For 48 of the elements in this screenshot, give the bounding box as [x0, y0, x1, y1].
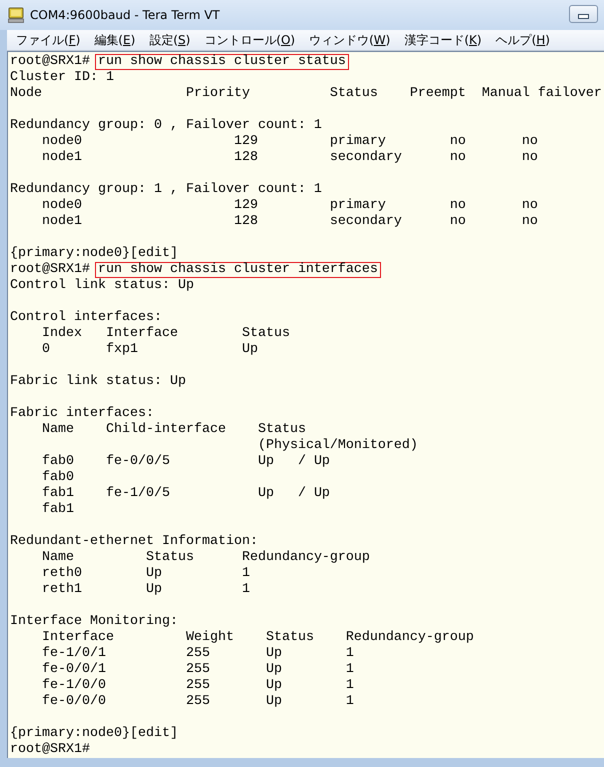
- output-line: Index Interface Status: [42, 326, 290, 341]
- output-line: reth1 Up 1: [42, 582, 250, 597]
- menu-item[interactable]: 編集(E): [87, 30, 142, 50]
- output-line: Node Priority Status Preempt Manual failover: [10, 86, 602, 101]
- output-line: fab1 fe-1/0/5 Up / Up: [42, 486, 330, 501]
- output-line: Redundancy group: 0 , Failover count: 1: [10, 118, 322, 133]
- output-line: Fabric interfaces:: [10, 406, 154, 421]
- output-line: fe-1/0/1 255 Up 1: [42, 646, 354, 661]
- highlighted-command: run show chassis cluster interfaces: [94, 262, 381, 278]
- output-line: Control link status: Up: [10, 278, 194, 293]
- output-line: node0 129 primary no no: [42, 134, 538, 149]
- prompt-text: root@SRX1#: [10, 262, 90, 277]
- monitor-icon: [8, 7, 24, 23]
- prompt-text: root@SRX1#: [10, 54, 90, 69]
- output-line: fab1: [42, 502, 74, 517]
- output-line: Fabric link status: Up: [10, 374, 186, 389]
- output-line: Control interfaces:: [10, 310, 162, 325]
- menu-item[interactable]: コントロール(O): [197, 30, 302, 50]
- output-line: fe-0/0/0 255 Up 1: [42, 694, 354, 709]
- output-line: Redundancy group: 1 , Failover count: 1: [10, 182, 322, 197]
- menu-item[interactable]: 漢字コード(K): [397, 30, 489, 50]
- output-line: node1 128 secondary no no: [42, 214, 538, 229]
- menu-item[interactable]: ヘルプ(H): [488, 30, 557, 50]
- output-line: {primary:node0}[edit]: [10, 246, 178, 261]
- output-line: fe-1/0/0 255 Up 1: [42, 678, 354, 693]
- output-line: fab0: [42, 470, 74, 485]
- output-line: Redundant-ethernet Information:: [10, 534, 258, 549]
- output-line: (Physical/Monitored): [258, 438, 418, 453]
- output-line: Name Status Redundancy-group: [42, 550, 370, 565]
- highlighted-command: run show chassis cluster status: [94, 54, 349, 70]
- window-title: COM4:9600baud - Tera Term VT: [30, 8, 220, 22]
- output-line: Interface Weight Status Redundancy-group: [42, 630, 474, 645]
- menu-item[interactable]: ファイル(F): [9, 30, 88, 50]
- output-line: Name Child-interface Status: [42, 422, 306, 437]
- menu-item[interactable]: ウィンドウ(W): [302, 30, 398, 50]
- output-line: reth0 Up 1: [42, 566, 250, 581]
- output-line: node0 129 primary no no: [42, 198, 538, 213]
- output-line: Interface Monitoring:: [10, 614, 178, 629]
- output-line: node1 128 secondary no no: [42, 150, 538, 165]
- minimize-button[interactable]: [569, 5, 598, 23]
- output-line: 0 fxp1 Up: [42, 342, 258, 357]
- output-line: {primary:node0}[edit]: [10, 726, 178, 741]
- output-line: fab0 fe-0/0/5 Up / Up: [42, 454, 330, 469]
- menu-item[interactable]: 設定(S): [142, 30, 198, 50]
- output-line: fe-0/0/1 255 Up 1: [42, 662, 354, 677]
- minimize-icon: [578, 14, 589, 19]
- prompt-text: root@SRX1#: [10, 742, 90, 757]
- output-line: Cluster ID: 1: [10, 70, 114, 85]
